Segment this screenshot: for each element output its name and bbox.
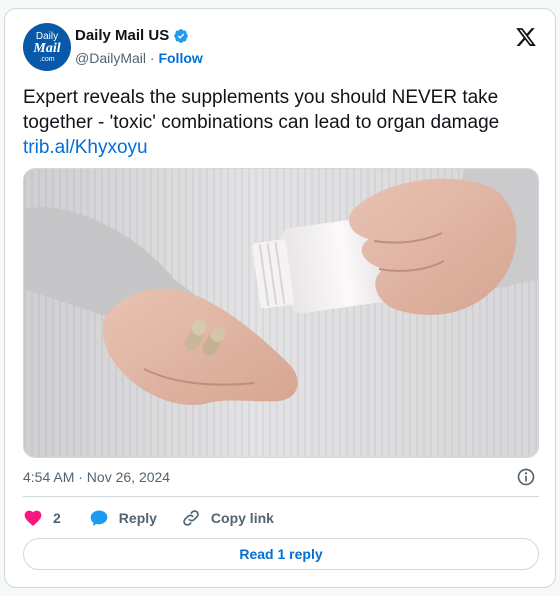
- avatar-text-1: Daily: [35, 30, 59, 42]
- link-icon: [183, 510, 199, 526]
- supplements-photo: [24, 169, 538, 457]
- tweet-actions: 2 Reply Copy link: [23, 507, 274, 529]
- tweet-timestamp[interactable]: 4:54 AM · Nov 26, 2024: [23, 469, 170, 485]
- account-name[interactable]: Daily Mail US: [75, 27, 169, 44]
- like-button[interactable]: 2: [23, 508, 61, 528]
- reply-button[interactable]: Reply: [89, 508, 157, 528]
- copy-link-label: Copy link: [210, 510, 274, 526]
- account-name-row: Daily Mail US: [75, 27, 189, 44]
- avatar-text-2: Mail: [33, 40, 61, 56]
- reply-bubble-icon: [90, 510, 108, 526]
- heart-icon: [24, 510, 42, 526]
- tweet-text-block: Expert reveals the supplements you shoul…: [23, 85, 541, 160]
- tweet-body: Expert reveals the supplements you shoul…: [23, 87, 500, 133]
- avatar[interactable]: Daily Mail .com: [23, 23, 71, 71]
- read-replies-button[interactable]: Read 1 reply: [23, 538, 539, 570]
- reply-label: Reply: [118, 510, 157, 526]
- like-count: 2: [53, 510, 61, 526]
- separator-dot: ·: [149, 50, 155, 66]
- embedded-tweet-card: Daily Mail .com Daily Mail US @DailyMail…: [4, 8, 556, 588]
- tweet-link[interactable]: trib.al/Khyxoyu: [23, 135, 541, 160]
- follow-button[interactable]: Follow: [158, 50, 202, 66]
- avatar-text-3: .com: [39, 55, 55, 63]
- handle-row: @DailyMail · Follow: [75, 50, 203, 66]
- copy-link-button[interactable]: Copy link: [181, 508, 274, 528]
- tweet-media-image[interactable]: [23, 168, 539, 458]
- verified-badge-icon: [174, 28, 189, 43]
- info-icon[interactable]: [516, 467, 536, 487]
- account-handle[interactable]: @DailyMail: [75, 50, 146, 66]
- divider: [23, 496, 539, 497]
- x-logo-icon[interactable]: [515, 26, 537, 48]
